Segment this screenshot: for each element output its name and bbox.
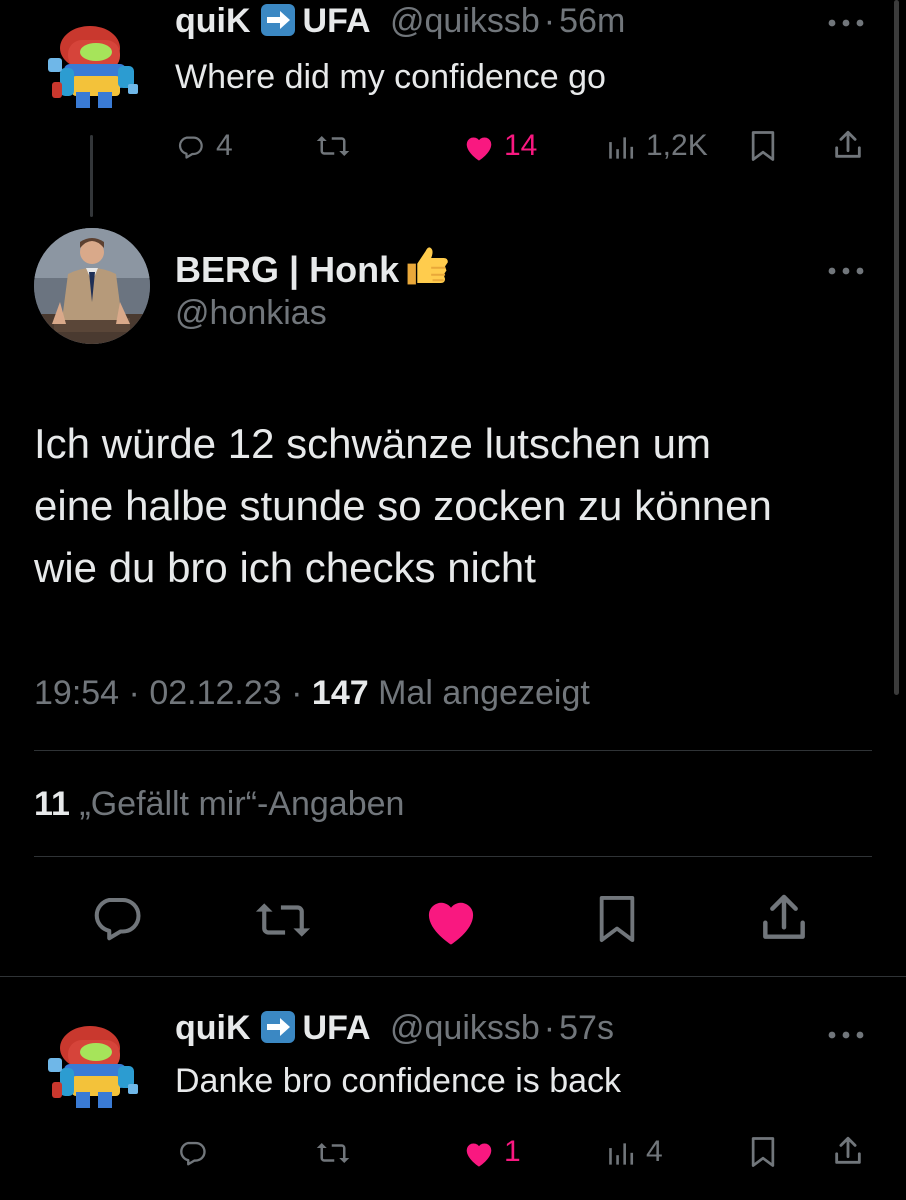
- post-time[interactable]: 19:54: [34, 674, 119, 712]
- share-icon[interactable]: [756, 890, 812, 946]
- like-count: 1: [504, 1135, 521, 1168]
- scrollbar[interactable]: [894, 0, 899, 695]
- tweet-text: Danke bro confidence is back: [175, 1062, 622, 1100]
- divider: [34, 856, 872, 857]
- more-icon[interactable]: [826, 258, 866, 278]
- avatar[interactable]: [34, 228, 150, 344]
- display-name[interactable]: quiK: [175, 2, 251, 40]
- view-label: Mal angezeigt: [378, 674, 590, 712]
- likes-count: 11: [34, 785, 70, 823]
- heart-icon[interactable]: [420, 893, 482, 947]
- separator: ·: [128, 674, 140, 712]
- right-arrow-emoji: [260, 1011, 295, 1043]
- retweet-icon[interactable]: [250, 895, 316, 945]
- share-icon[interactable]: [831, 128, 865, 162]
- author-line: quiK UFA @quikssb · 56m: [175, 0, 625, 42]
- separator: ·: [543, 2, 556, 40]
- reply-icon: [176, 133, 204, 161]
- thread-connector: [90, 135, 93, 217]
- display-name-suffix[interactable]: UFA: [303, 2, 371, 40]
- likes-label: „Gefällt mir“-Angaben: [79, 785, 405, 823]
- timestamp[interactable]: 56m: [559, 2, 625, 40]
- tweet-text-line-1: Ich würde 12 schwänze lutschen um: [34, 420, 712, 467]
- tweet-metadata: 19:54 · 02.12.23 · 147 Mal angezeigt: [34, 672, 590, 714]
- view-count: 1,2K: [646, 129, 708, 162]
- heart-icon: [462, 1138, 496, 1168]
- timestamp[interactable]: 57s: [559, 1009, 614, 1047]
- author-line: quiK UFA @quikssb · 57s: [175, 1007, 614, 1049]
- reply-count: 4: [216, 129, 233, 162]
- avatar[interactable]: [38, 1014, 146, 1122]
- display-name-suffix[interactable]: UFA: [303, 1009, 371, 1047]
- right-arrow-emoji: [260, 4, 295, 36]
- separator: ·: [291, 674, 303, 712]
- likes-summary[interactable]: 11 „Gefällt mir“-Angaben: [34, 783, 404, 825]
- handle[interactable]: @quikssb: [390, 1009, 540, 1047]
- like-count: 14: [504, 129, 538, 162]
- views-icon: [606, 135, 636, 161]
- bookmark-icon[interactable]: [594, 892, 640, 946]
- tweet-text: Where did my confidence go: [175, 58, 606, 96]
- views-icon: [606, 1141, 636, 1167]
- thumbs-up-emoji: [401, 240, 453, 301]
- bookmark-icon[interactable]: [748, 130, 778, 162]
- handle[interactable]: @honkias: [175, 292, 327, 334]
- tweet-text-line-3: wie du bro ich checks nicht: [34, 544, 536, 591]
- reply-icon[interactable]: [176, 1138, 208, 1168]
- view-count: 147: [311, 674, 369, 712]
- tweet-text-line-2: eine halbe stunde so zocken zu können: [34, 482, 772, 529]
- post-date[interactable]: 02.12.23: [149, 674, 281, 712]
- retweet-icon[interactable]: [315, 1138, 351, 1168]
- heart-icon: [462, 132, 496, 162]
- bookmark-icon[interactable]: [748, 1136, 778, 1168]
- share-icon[interactable]: [831, 1134, 865, 1168]
- handle[interactable]: @quikssb: [390, 2, 540, 40]
- reply-icon[interactable]: [88, 891, 144, 945]
- more-icon[interactable]: [826, 1022, 866, 1042]
- section-divider: [0, 976, 906, 977]
- display-name[interactable]: quiK: [175, 1009, 251, 1047]
- tweet-body: Ich würde 12 schwänze lutschen um eine h…: [34, 413, 772, 599]
- retweet-icon[interactable]: [315, 131, 351, 161]
- more-icon[interactable]: [826, 10, 866, 30]
- display-name[interactable]: BERG | Honk: [175, 249, 399, 290]
- avatar[interactable]: [38, 14, 146, 122]
- view-count: 4: [646, 1135, 663, 1168]
- separator: ·: [543, 1009, 556, 1047]
- divider: [34, 750, 872, 751]
